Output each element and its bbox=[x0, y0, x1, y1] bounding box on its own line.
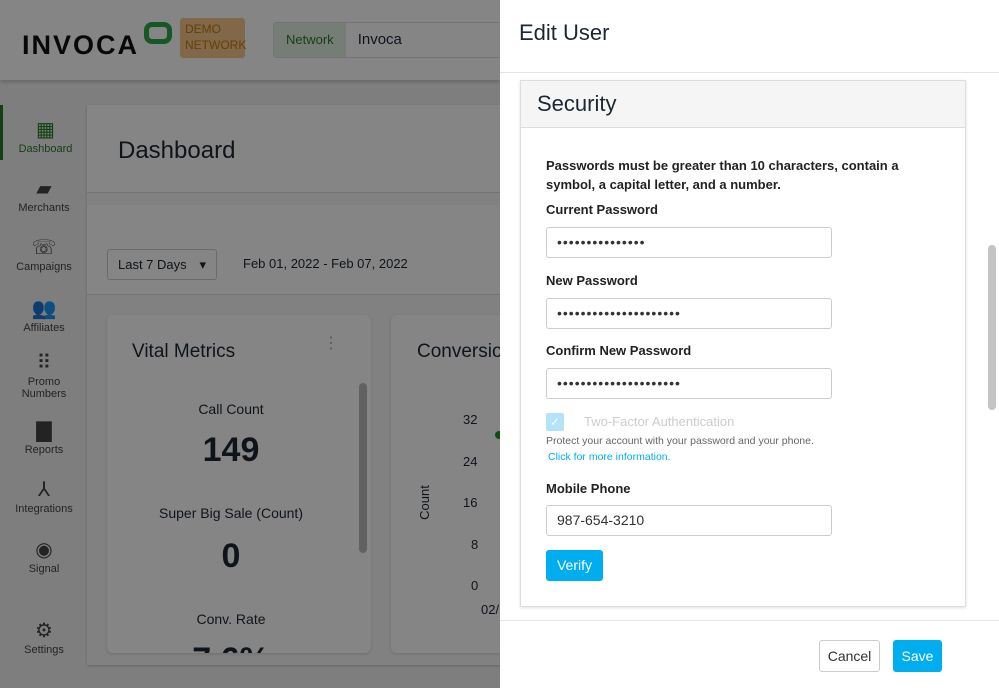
more-info-link[interactable]: Click for more information. bbox=[548, 451, 671, 463]
current-password-input[interactable]: ••••••••••••••• bbox=[546, 227, 832, 258]
confirm-password-label: Confirm New Password bbox=[546, 343, 692, 358]
new-password-input[interactable]: ••••••••••••••••••••• bbox=[546, 298, 832, 329]
save-button[interactable]: Save bbox=[893, 640, 942, 672]
security-section: Security Passwords must be greater than … bbox=[520, 80, 966, 607]
modal-overlay[interactable] bbox=[0, 0, 500, 688]
edit-user-drawer: Edit User Security Passwords must be gre… bbox=[500, 0, 999, 688]
mobile-phone-label: Mobile Phone bbox=[546, 481, 631, 496]
cancel-button[interactable]: Cancel bbox=[819, 640, 880, 672]
check-icon: ✓ bbox=[549, 415, 561, 429]
section-title: Security bbox=[521, 81, 965, 128]
drawer-scrollbar[interactable] bbox=[988, 245, 996, 410]
new-password-label: New Password bbox=[546, 273, 638, 288]
two-factor-checkbox[interactable]: ✓ bbox=[546, 413, 564, 431]
current-password-label: Current Password bbox=[546, 202, 658, 217]
two-factor-description: Protect your account with your password … bbox=[546, 435, 814, 447]
confirm-password-input[interactable]: ••••••••••••••••••••• bbox=[546, 368, 832, 399]
mobile-phone-input[interactable]: 987-654-3210 bbox=[546, 505, 832, 536]
two-factor-label: Two-Factor Authentication bbox=[584, 414, 735, 429]
verify-button[interactable]: Verify bbox=[546, 550, 603, 581]
password-hint: Passwords must be greater than 10 charac… bbox=[546, 158, 899, 192]
drawer-title: Edit User bbox=[500, 0, 999, 73]
